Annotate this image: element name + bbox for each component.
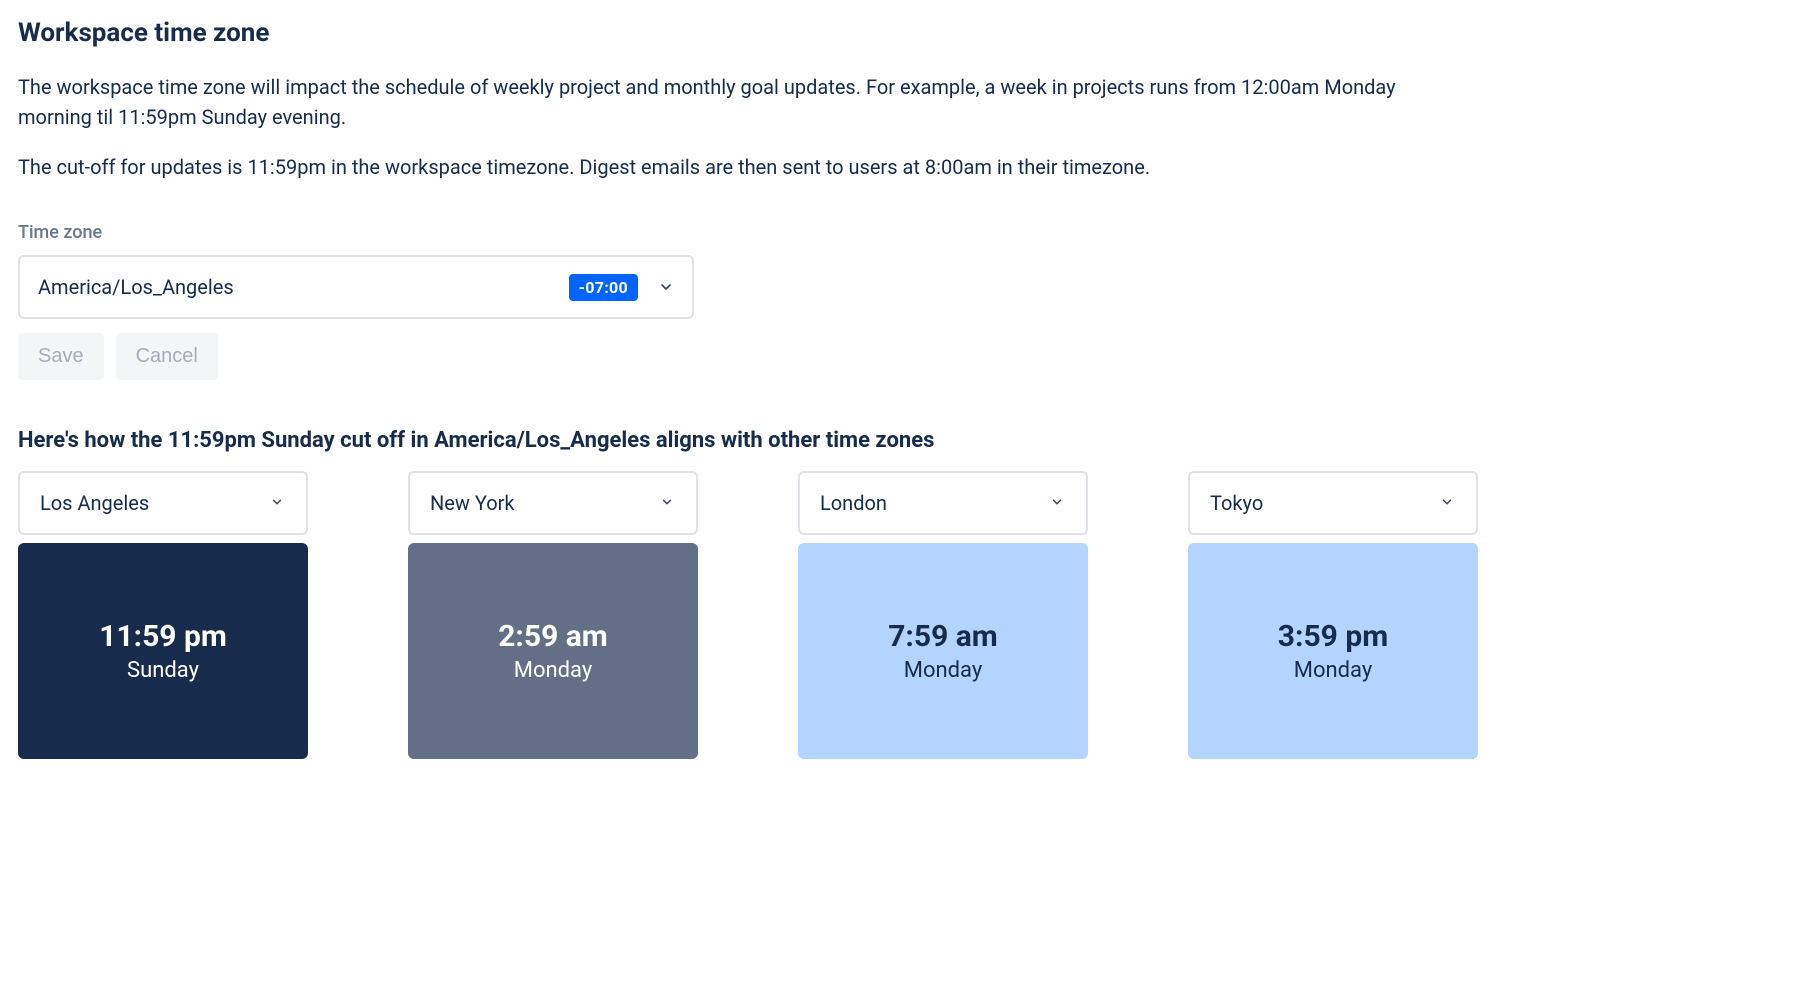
city-select-london[interactable]: London xyxy=(798,471,1088,535)
chevron-down-icon xyxy=(660,495,676,511)
timezone-field-label: Time zone xyxy=(18,222,1786,243)
cancel-button[interactable]: Cancel xyxy=(116,333,218,380)
timezone-cards-row: Los Angeles 11:59 pm Sunday New York 2:5… xyxy=(18,471,1786,759)
timezone-card-box: 7:59 am Monday xyxy=(798,543,1088,759)
timezone-card-box: 2:59 am Monday xyxy=(408,543,698,759)
timezone-card-day: Monday xyxy=(514,658,593,683)
chevron-down-icon xyxy=(1440,495,1456,511)
timezone-card-box: 11:59 pm Sunday xyxy=(18,543,308,759)
page-title: Workspace time zone xyxy=(18,18,1786,48)
timezone-card-day: Monday xyxy=(1294,658,1373,683)
city-select-los-angeles[interactable]: Los Angeles xyxy=(18,471,308,535)
timezone-offset-badge: -07:00 xyxy=(569,274,638,301)
chevron-down-icon xyxy=(1050,495,1066,511)
timezone-card-time: 3:59 pm xyxy=(1278,619,1388,654)
timezone-card-day: Monday xyxy=(904,658,983,683)
timezone-card-day: Sunday xyxy=(127,658,199,683)
city-select-label: New York xyxy=(430,491,515,515)
timezone-card-time: 11:59 pm xyxy=(99,619,227,654)
button-row: Save Cancel xyxy=(18,333,1786,380)
chevron-down-icon xyxy=(658,279,674,295)
city-select-label: Tokyo xyxy=(1210,491,1263,515)
description-paragraph-2: The cut-off for updates is 11:59pm in th… xyxy=(18,152,1448,182)
chevron-down-icon xyxy=(270,495,286,511)
city-select-new-york[interactable]: New York xyxy=(408,471,698,535)
timezone-select-value: America/Los_Angeles xyxy=(38,275,234,299)
description-paragraph-1: The workspace time zone will impact the … xyxy=(18,72,1448,132)
alignment-heading: Here's how the 11:59pm Sunday cut off in… xyxy=(18,428,1786,453)
timezone-card-new-york: New York 2:59 am Monday xyxy=(408,471,698,759)
city-select-label: Los Angeles xyxy=(40,491,149,515)
timezone-card-box: 3:59 pm Monday xyxy=(1188,543,1478,759)
timezone-select[interactable]: America/Los_Angeles -07:00 xyxy=(18,255,694,319)
city-select-label: London xyxy=(820,491,887,515)
timezone-card-london: London 7:59 am Monday xyxy=(798,471,1088,759)
timezone-card-los-angeles: Los Angeles 11:59 pm Sunday xyxy=(18,471,308,759)
timezone-card-time: 7:59 am xyxy=(888,619,998,654)
city-select-tokyo[interactable]: Tokyo xyxy=(1188,471,1478,535)
timezone-card-time: 2:59 am xyxy=(498,619,608,654)
save-button[interactable]: Save xyxy=(18,333,104,380)
timezone-card-tokyo: Tokyo 3:59 pm Monday xyxy=(1188,471,1478,759)
